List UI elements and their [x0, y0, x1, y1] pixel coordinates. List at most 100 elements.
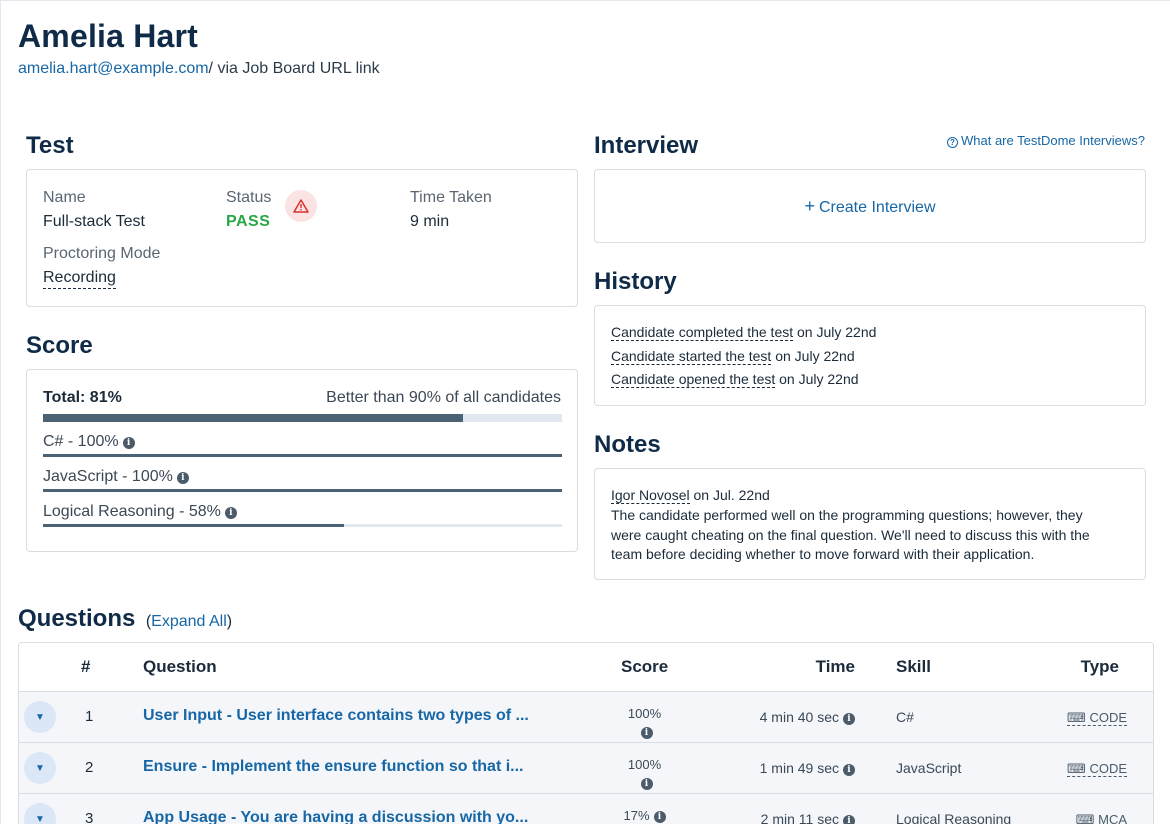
note-body: The candidate performed well on the prog…	[611, 506, 1141, 565]
question-title-link[interactable]: App Usage - You are having a discussion …	[143, 809, 528, 824]
history-date: on July 22nd	[793, 324, 877, 340]
history-card: Candidate completed the test on July 22n…	[594, 305, 1146, 406]
keyboard-icon: ⌨	[1075, 812, 1099, 824]
question-title-link[interactable]: Ensure - Implement the ensure function s…	[143, 758, 524, 776]
time-taken-value: 9 min	[410, 213, 450, 230]
interview-help-link[interactable]: ? What are TestDome Interviews?	[947, 133, 1145, 148]
note-date: on Jul. 22nd	[689, 487, 770, 503]
info-icon[interactable]: i	[843, 764, 855, 776]
test-name-value: Full-stack Test	[43, 213, 145, 230]
keyboard-icon: ⌨	[1067, 761, 1090, 776]
interview-heading: Interview	[594, 132, 699, 159]
test-heading: Test	[26, 132, 74, 159]
warning-icon[interactable]	[285, 190, 317, 222]
history-date: on July 22nd	[771, 348, 855, 364]
questions-heading: Questions	[18, 605, 136, 632]
info-icon[interactable]: i	[176, 472, 189, 484]
skill-csharp-bar	[43, 454, 562, 457]
expand-all-link[interactable]: Expand All	[151, 613, 227, 630]
history-event[interactable]: Candidate completed the test	[611, 324, 794, 341]
question-circle-icon: ?	[947, 137, 958, 148]
skill-javascript: JavaScript - 100% i	[43, 468, 189, 486]
skill-logical-reasoning: Logical Reasoning - 58% i	[43, 503, 237, 521]
question-number: 1	[85, 708, 94, 725]
candidate-email-link[interactable]: amelia.hart@example.com	[18, 60, 209, 77]
create-interview-button[interactable]: + Create Interview	[595, 196, 1145, 217]
plus-icon: +	[804, 196, 815, 216]
interview-card: + Create Interview	[594, 169, 1146, 243]
note-meta: Igor Novosel on Jul. 22nd	[611, 487, 770, 504]
note-line: team before deciding whether to move for…	[611, 546, 1035, 562]
table-header: # Question Score Time Skill Type	[19, 643, 1153, 692]
score-heading: Score	[26, 332, 93, 359]
column-time: Time	[815, 657, 855, 676]
questions-header: Questions (Expand All)	[18, 605, 232, 633]
chevron-down-icon[interactable]: ▼	[24, 752, 56, 784]
question-number: 3	[85, 810, 94, 824]
note-line: The candidate performed well on the prog…	[611, 507, 1083, 523]
question-score[interactable]: 100% i	[620, 705, 669, 747]
chevron-down-icon[interactable]: ▼	[24, 701, 56, 733]
total-score: Total: 81%	[43, 389, 122, 406]
skill-logical-bar	[43, 524, 562, 527]
question-score-value: 100%	[627, 706, 662, 721]
question-time-value: 4 min 40 sec	[759, 709, 839, 725]
info-icon[interactable]: i	[843, 713, 855, 725]
skill-javascript-label: JavaScript - 100%	[43, 468, 173, 485]
skill-csharp-bar-fill	[43, 454, 562, 457]
table-row[interactable]: ▼ 3 App Usage - You are having a discuss…	[19, 794, 1153, 824]
candidate-name: Amelia Hart	[18, 18, 199, 54]
history-item: Candidate started the test on July 22nd	[611, 348, 855, 365]
expand-close-paren: )	[226, 613, 233, 630]
question-type-label: CODE	[1089, 710, 1127, 725]
proctoring-label: Proctoring Mode	[43, 245, 161, 262]
question-score-value: 100%	[627, 757, 662, 772]
skill-logical-label: Logical Reasoning - 58%	[43, 503, 221, 520]
total-score-bar	[43, 414, 562, 422]
history-event[interactable]: Candidate started the test	[611, 348, 772, 365]
score-card: Total: 81% Better than 90% of all candid…	[26, 369, 578, 552]
column-score: Score	[621, 657, 669, 676]
skill-logical-bar-fill	[43, 524, 345, 527]
question-score-value: 17%	[623, 808, 650, 823]
table-row[interactable]: ▼ 1 User Input - User interface contains…	[19, 692, 1153, 747]
question-type[interactable]: ⌨ CODE	[1067, 709, 1127, 726]
question-time-value: 1 min 49 sec	[759, 760, 839, 776]
column-question: Question	[143, 657, 217, 676]
column-skill: Skill	[896, 657, 931, 676]
candidate-source: Job Board URL link	[242, 60, 380, 77]
question-type[interactable]: ⌨ MCA	[1075, 811, 1127, 824]
question-time: 4 min 40 sec i	[760, 709, 855, 725]
status-value: PASS	[226, 213, 271, 230]
question-title-link[interactable]: User Input - User interface contains two…	[143, 707, 529, 725]
info-icon: i	[653, 811, 666, 823]
table-row[interactable]: ▼ 2 Ensure - Implement the ensure functi…	[19, 743, 1153, 798]
question-skill: JavaScript	[896, 760, 962, 776]
test-name-label: Name	[43, 189, 86, 206]
history-event[interactable]: Candidate opened the test	[611, 371, 776, 388]
note-author[interactable]: Igor Novosel	[611, 487, 690, 504]
history-item: Candidate completed the test on July 22n…	[611, 324, 877, 341]
info-icon: i	[640, 778, 653, 790]
column-number: #	[81, 657, 91, 676]
question-score[interactable]: 100% i	[620, 756, 669, 798]
question-type[interactable]: ⌨ CODE	[1067, 760, 1127, 777]
keyboard-icon: ⌨	[1067, 710, 1090, 725]
expand-all: (Expand All)	[146, 613, 232, 630]
questions-table: # Question Score Time Skill Type ▼ 1 Use…	[18, 642, 1154, 824]
info-icon[interactable]: i	[843, 815, 855, 824]
question-time-value: 2 min 11 sec	[760, 811, 839, 824]
skill-javascript-bar-fill	[43, 489, 562, 492]
chevron-down-icon[interactable]: ▼	[24, 803, 56, 824]
question-score[interactable]: 17% i	[620, 807, 669, 824]
info-icon[interactable]: i	[122, 437, 135, 449]
history-date: on July 22nd	[775, 371, 859, 387]
proctoring-value[interactable]: Recording	[43, 269, 116, 289]
info-icon: i	[640, 727, 653, 739]
question-skill: Logical Reasoning	[896, 811, 1012, 824]
question-type-label: MCA	[1098, 812, 1127, 824]
time-taken-label: Time Taken	[410, 189, 492, 206]
info-icon[interactable]: i	[224, 507, 237, 519]
score-comparison: Better than 90% of all candidates	[326, 389, 561, 406]
question-time: 2 min 11 sec i	[761, 811, 855, 824]
